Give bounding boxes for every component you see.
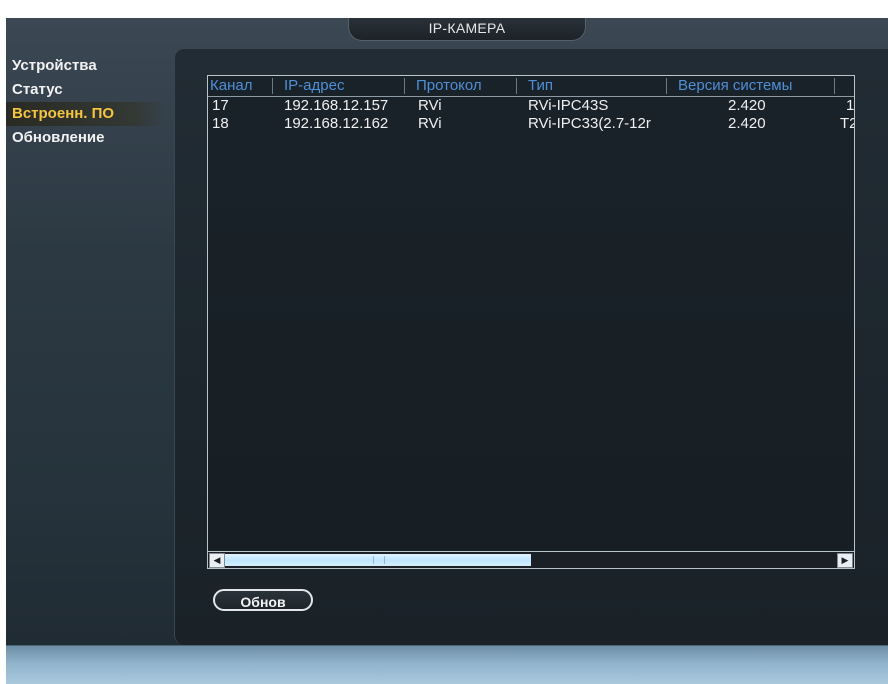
cell-ip: 192.168.12.162 xyxy=(284,115,389,132)
camera-table: Канал IP-адрес Протокол Тип Версия систе… xyxy=(207,75,855,569)
scroll-right-button[interactable]: ▶ xyxy=(837,553,853,568)
horizontal-scrollbar[interactable]: ◀ ▶ xyxy=(208,551,854,568)
cell-channel: 17 xyxy=(212,97,229,114)
taskbar-strip xyxy=(6,645,888,684)
table-header: Канал IP-адрес Протокол Тип Версия систе… xyxy=(208,76,854,97)
column-divider[interactable] xyxy=(516,78,517,94)
cell-version: 2.420 xyxy=(728,97,766,114)
cell-extra: T2 xyxy=(840,115,854,132)
scrollbar-thumb[interactable] xyxy=(225,554,531,566)
column-header-channel[interactable]: Канал xyxy=(210,77,252,94)
sidebar-item-firmware[interactable]: Встроенн. ПО xyxy=(6,102,166,126)
cell-version: 2.420 xyxy=(728,115,766,132)
table-row[interactable]: 17 192.168.12.157 RVi RVi-IPC43S 2.420 1 xyxy=(208,97,854,115)
cell-ip: 192.168.12.157 xyxy=(284,97,389,114)
cell-channel: 18 xyxy=(212,115,229,132)
column-header-ip[interactable]: IP-адрес xyxy=(284,77,344,94)
column-header-version[interactable]: Версия системы xyxy=(678,77,792,94)
cell-type: RVi-IPC43S xyxy=(528,97,609,114)
cell-extra: 1 xyxy=(846,97,855,114)
cell-protocol: RVi xyxy=(418,115,442,132)
column-header-type[interactable]: Тип xyxy=(528,77,553,94)
column-divider[interactable] xyxy=(404,78,405,94)
cell-type: RVi-IPC33(2.7-12r xyxy=(528,115,651,132)
arrow-right-icon: ▶ xyxy=(841,555,849,565)
sidebar-menu: Устройства Статус Встроенн. ПО Обновлени… xyxy=(6,54,166,150)
sidebar-item-status[interactable]: Статус xyxy=(6,78,166,102)
scroll-left-button[interactable]: ◀ xyxy=(209,553,225,568)
table-row[interactable]: 18 192.168.12.162 RVi RVi-IPC33(2.7-12r … xyxy=(208,115,854,133)
column-divider[interactable] xyxy=(666,78,667,94)
column-divider[interactable] xyxy=(834,78,835,94)
main-panel: Канал IP-адрес Протокол Тип Версия систе… xyxy=(174,48,888,645)
sidebar-item-update[interactable]: Обновление xyxy=(6,126,166,150)
arrow-left-icon: ◀ xyxy=(213,555,221,565)
window-title: IP-КАМЕРА xyxy=(348,18,586,41)
refresh-button[interactable]: Обнов xyxy=(213,589,313,611)
ip-camera-firmware-screen: IP-КАМЕРА Устройства Статус Встроенн. ПО… xyxy=(0,0,888,684)
column-header-protocol[interactable]: Протокол xyxy=(416,77,482,94)
column-divider[interactable] xyxy=(272,78,273,94)
monitor-screen: IP-КАМЕРА Устройства Статус Встроенн. ПО… xyxy=(6,18,888,684)
cell-protocol: RVi xyxy=(418,97,442,114)
grip-icon xyxy=(373,556,385,564)
sidebar-item-devices[interactable]: Устройства xyxy=(6,54,166,78)
